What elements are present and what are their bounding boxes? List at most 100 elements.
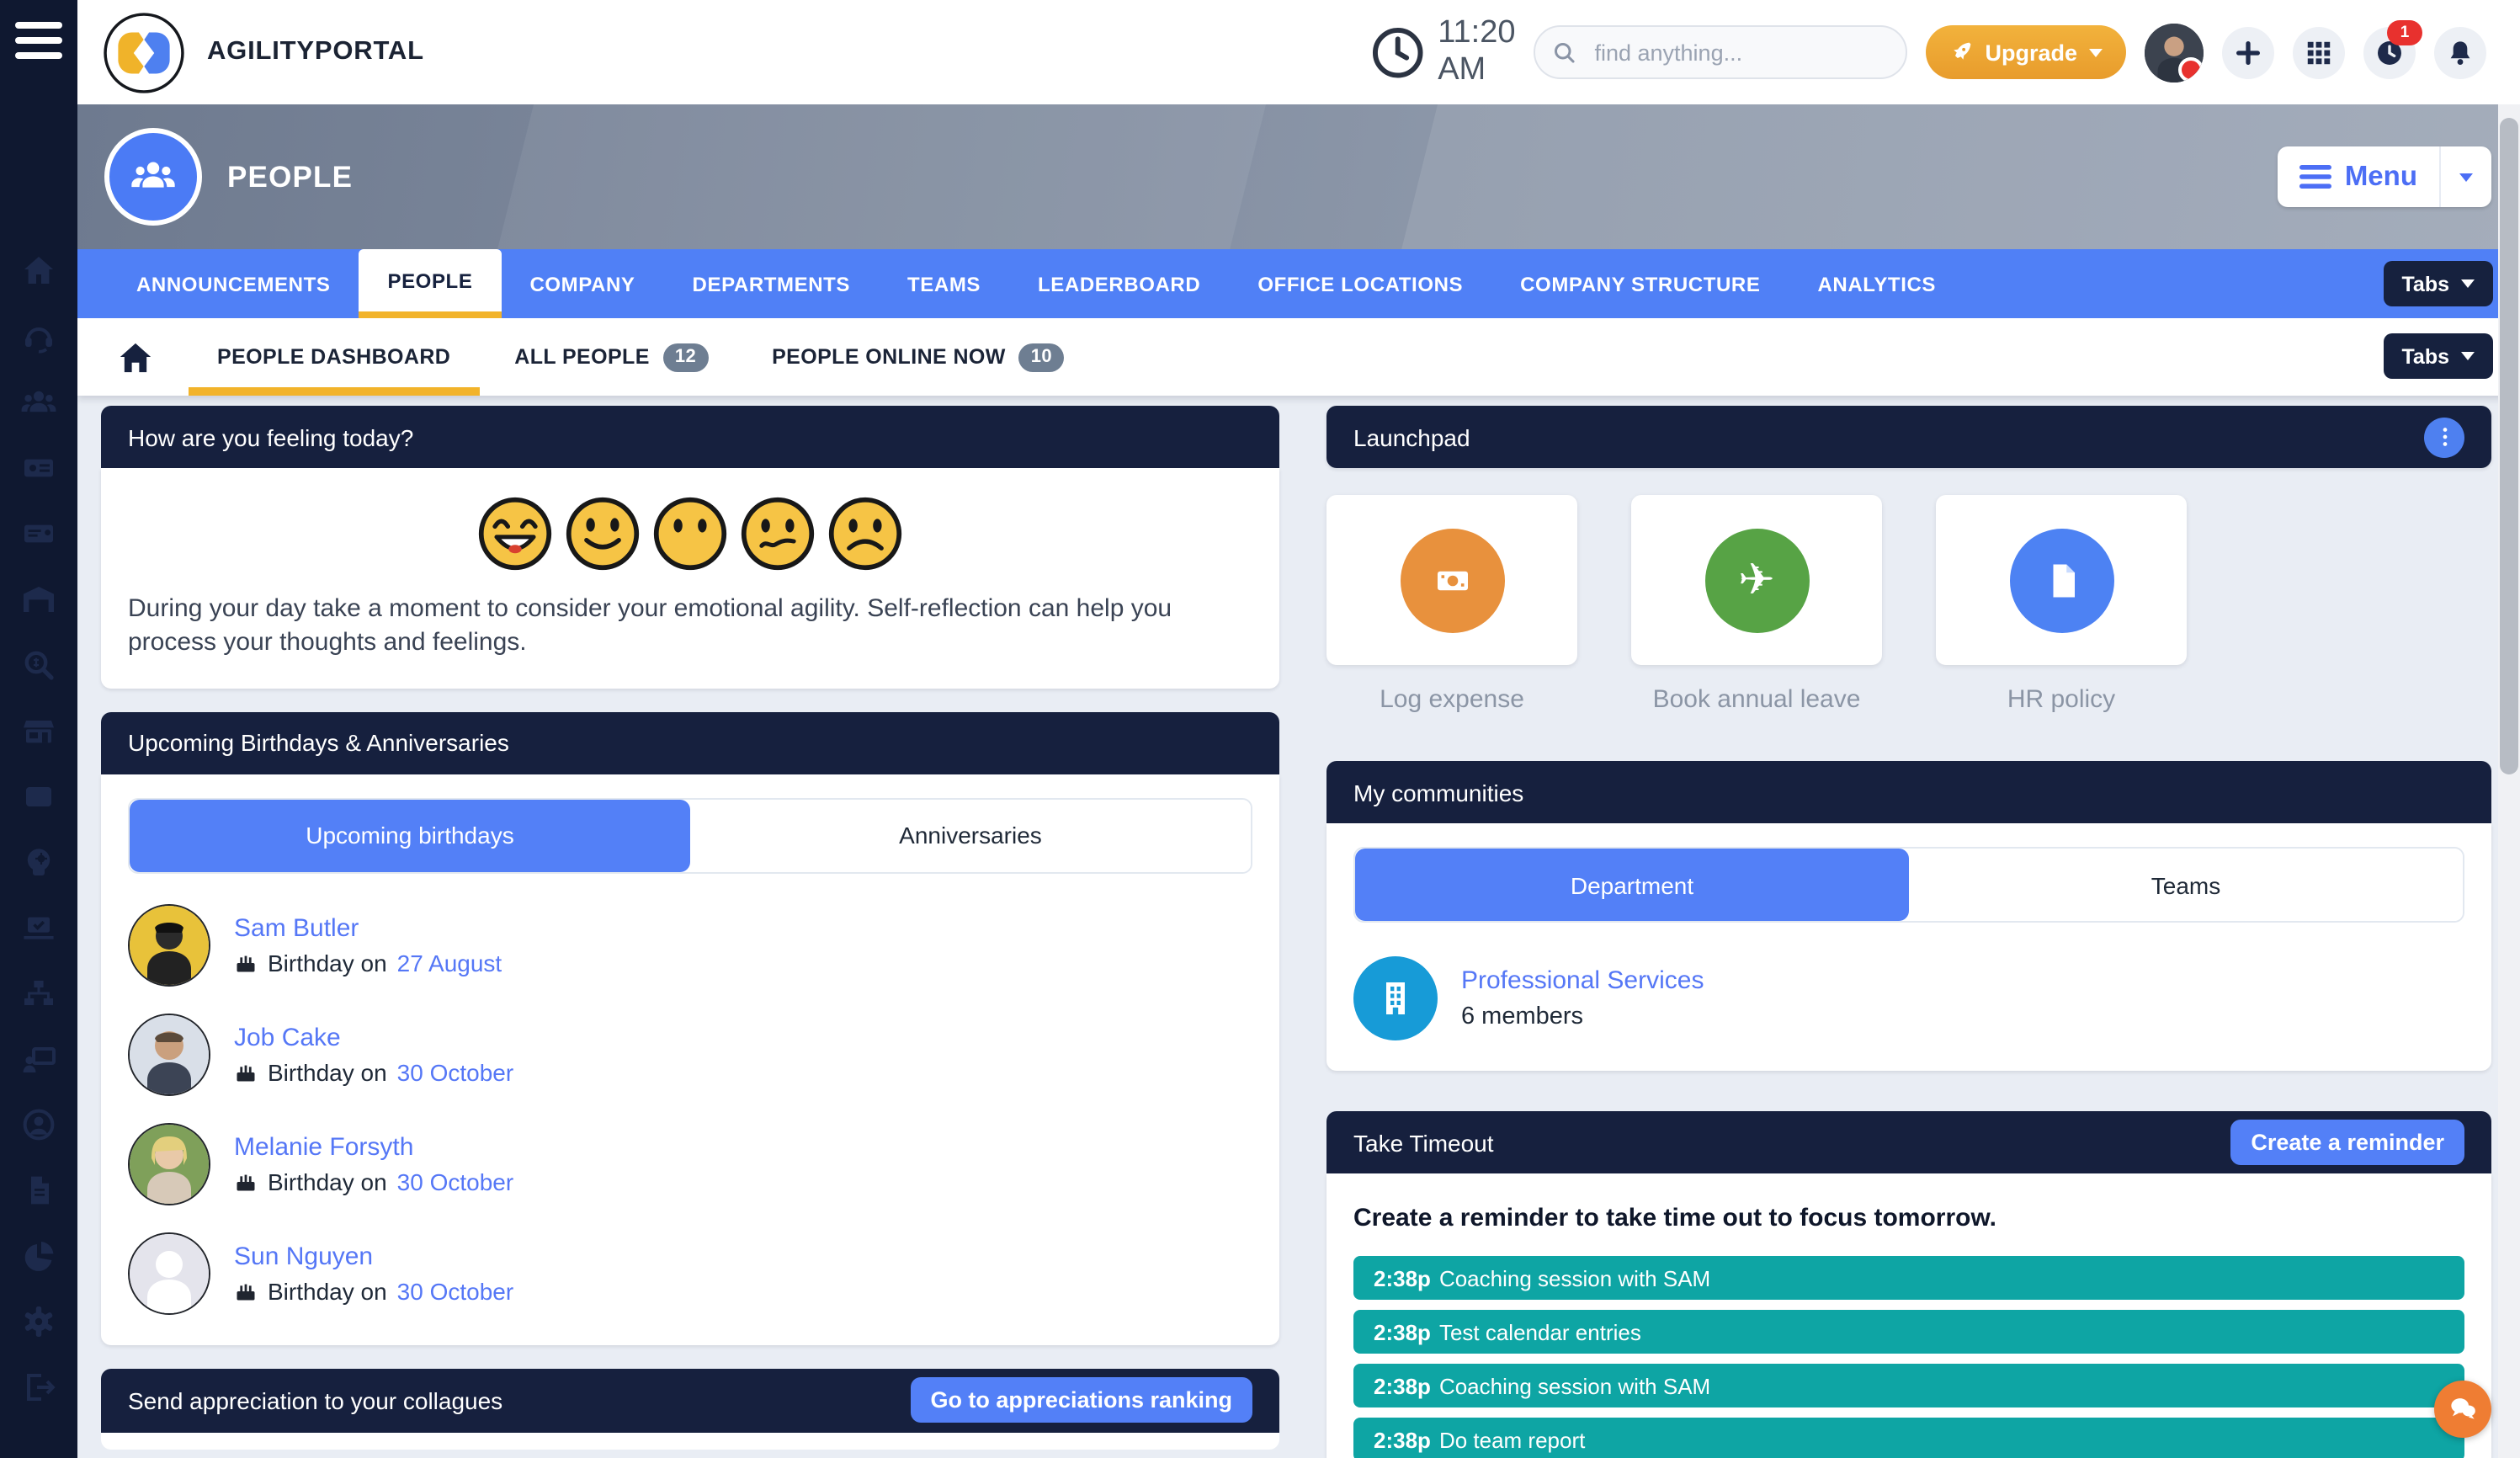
tab-departments[interactable]: DEPARTMENTS: [664, 249, 880, 318]
mail-card-icon[interactable]: [20, 515, 57, 552]
community-name-link[interactable]: Professional Services: [1461, 966, 1704, 995]
notification-count-badge: 1: [2387, 19, 2422, 45]
communities-toggle: Department Teams: [1353, 847, 2464, 923]
tab-company[interactable]: COMPANY: [501, 249, 663, 318]
birthday-row: Melanie Forsyth Birthday on30 October: [128, 1122, 1252, 1205]
person-name-link[interactable]: Sam Butler: [234, 913, 502, 942]
chat-bubbles-icon: [2446, 1392, 2480, 1426]
mood-card: How are you feeling today? During your d…: [101, 406, 1279, 688]
reminder-item[interactable]: 2:38pDo team report: [1353, 1418, 2464, 1458]
laptop-check-icon[interactable]: [20, 909, 57, 946]
apps-grid-button[interactable]: [2293, 26, 2345, 78]
agilityportal-logo[interactable]: [103, 11, 185, 93]
mood-grinning-icon[interactable]: [476, 495, 554, 572]
birthday-date-link[interactable]: 30 October: [397, 1277, 514, 1304]
history-button[interactable]: 1: [2363, 26, 2416, 78]
scrollbar-track[interactable]: [2498, 104, 2520, 1458]
document-icon[interactable]: [20, 1172, 57, 1209]
communities-card: My communities Department Teams Professi…: [1326, 761, 2491, 1071]
subtab-all-people[interactable]: ALL PEOPLE12: [514, 318, 708, 396]
hamburger-menu-icon[interactable]: [15, 22, 62, 67]
tab-announcements[interactable]: ANNOUNCEMENTS: [108, 249, 359, 318]
logout-icon[interactable]: [20, 1369, 57, 1406]
search-dollar-icon[interactable]: [20, 647, 57, 684]
toggle-anniversaries[interactable]: Anniversaries: [690, 799, 1251, 871]
reminder-item[interactable]: 2:38pCoaching session with SAM: [1353, 1364, 2464, 1407]
book-annual-leave-tile[interactable]: ✈: [1631, 495, 1882, 665]
page-banner: PEOPLE Menu: [77, 104, 2520, 249]
tab-analytics[interactable]: ANALYTICS: [1789, 249, 1964, 318]
subtab-people-online-now[interactable]: PEOPLE ONLINE NOW10: [772, 318, 1064, 396]
pie-chart-icon[interactable]: [20, 1237, 57, 1274]
birthday-prefix: Birthday on: [268, 1277, 387, 1304]
reminder-item[interactable]: 2:38pCoaching session with SAM: [1353, 1256, 2464, 1300]
app-name: AGILITYPORTAL: [207, 37, 424, 67]
person-name-link[interactable]: Sun Nguyen: [234, 1242, 513, 1270]
tab-office-locations[interactable]: OFFICE LOCATIONS: [1229, 249, 1491, 318]
mood-confused-icon[interactable]: [739, 495, 816, 572]
mood-neutral-icon[interactable]: [651, 495, 729, 572]
global-search[interactable]: [1534, 25, 1907, 79]
launchpad-label: HR policy: [1936, 685, 2187, 714]
scrollbar-thumb[interactable]: [2500, 118, 2518, 774]
tab-teams[interactable]: TEAMS: [879, 249, 1009, 318]
blank-card-icon[interactable]: [20, 778, 57, 815]
toggle-department[interactable]: Department: [1355, 849, 1909, 921]
user-circle-icon[interactable]: [20, 1106, 57, 1143]
garage-icon[interactable]: [20, 581, 57, 618]
cake-icon: [234, 1169, 258, 1193]
upgrade-button[interactable]: Upgrade: [1926, 25, 2126, 79]
headset-icon[interactable]: [20, 318, 57, 355]
screen-presenter-icon[interactable]: [20, 1040, 57, 1078]
info-icon[interactable]: [2424, 417, 2464, 457]
tab-leaderboard[interactable]: LEADERBOARD: [1009, 249, 1229, 318]
clock-icon: [1371, 24, 1426, 79]
birthday-date-link[interactable]: 30 October: [397, 1058, 514, 1085]
gear-icon[interactable]: [20, 1303, 57, 1340]
subtab-people-dashboard[interactable]: PEOPLE DASHBOARD: [217, 318, 450, 396]
hr-policy-tile[interactable]: [1936, 495, 2187, 665]
home-icon[interactable]: [20, 253, 57, 290]
launchpad-item: Log expense: [1326, 495, 1577, 714]
notifications-button[interactable]: [2434, 26, 2486, 78]
tab-people[interactable]: PEOPLE: [359, 249, 501, 318]
person-name-link[interactable]: Job Cake: [234, 1023, 513, 1051]
sitemap-icon[interactable]: [20, 975, 57, 1012]
money-check-icon[interactable]: [20, 450, 57, 487]
home-icon[interactable]: [118, 339, 153, 375]
user-avatar[interactable]: [2145, 23, 2204, 82]
tabs-dropdown-button[interactable]: Tabs: [2384, 261, 2494, 306]
menu-dropdown-toggle[interactable]: [2439, 146, 2491, 207]
store-icon[interactable]: [20, 712, 57, 749]
chat-button[interactable]: [2434, 1381, 2491, 1438]
timeout-heading: Create a reminder to take time out to fo…: [1353, 1204, 2464, 1232]
menu-button[interactable]: Menu: [2278, 146, 2439, 207]
birthday-row: Job Cake Birthday on30 October: [128, 1013, 1252, 1095]
avatar[interactable]: [128, 1013, 210, 1095]
page-title: PEOPLE: [227, 159, 353, 194]
avatar[interactable]: [128, 1122, 210, 1205]
birthday-date-link[interactable]: 27 August: [397, 949, 502, 976]
create-reminder-button[interactable]: Create a reminder: [2230, 1120, 2464, 1165]
mind-gear-icon[interactable]: [20, 843, 57, 881]
avatar-placeholder[interactable]: [128, 1232, 210, 1314]
person-name-link[interactable]: Melanie Forsyth: [234, 1132, 513, 1161]
tab-company-structure[interactable]: COMPANY STRUCTURE: [1491, 249, 1789, 318]
birthday-date-link[interactable]: 30 October: [397, 1168, 514, 1195]
appreciations-ranking-button[interactable]: Go to appreciations ranking: [910, 1377, 1252, 1423]
avatar[interactable]: [128, 903, 210, 986]
search-input[interactable]: [1591, 38, 1889, 67]
cake-icon: [234, 1279, 258, 1302]
add-button[interactable]: [2222, 26, 2274, 78]
mood-smiling-icon[interactable]: [564, 495, 641, 572]
mood-sad-icon[interactable]: [827, 495, 904, 572]
launchpad-item: ✈ Book annual leave: [1631, 495, 1882, 714]
log-expense-tile[interactable]: [1326, 495, 1577, 665]
reminder-item[interactable]: 2:38pTest calendar entries: [1353, 1310, 2464, 1354]
toggle-upcoming-birthdays[interactable]: Upcoming birthdays: [130, 799, 690, 871]
upgrade-label: Upgrade: [1985, 40, 2077, 65]
tabs-dropdown-button[interactable]: Tabs: [2384, 333, 2494, 379]
team-icon[interactable]: [20, 384, 57, 421]
menu-split-button[interactable]: Menu: [2278, 146, 2491, 207]
toggle-teams[interactable]: Teams: [1909, 849, 2463, 921]
